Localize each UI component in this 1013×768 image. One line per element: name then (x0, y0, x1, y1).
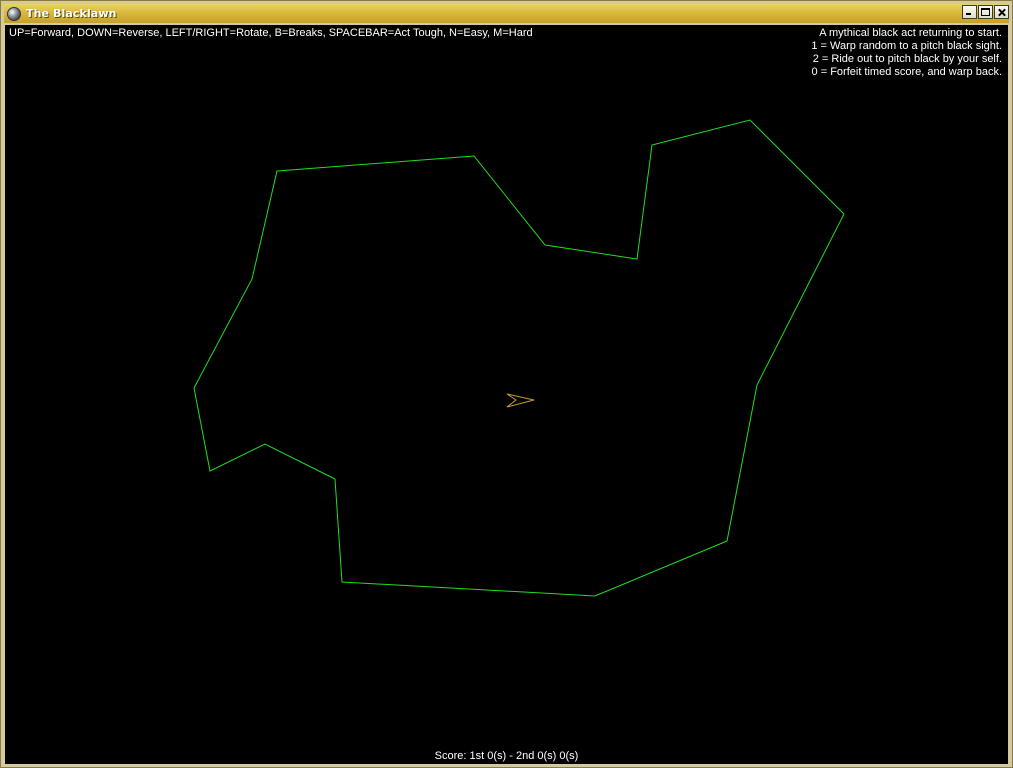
globe-icon[interactable] (7, 6, 21, 21)
game-window: The Blacklawn UP=Forward, DOWN=Reverse, … (0, 0, 1013, 768)
window-title: The Blacklawn (26, 7, 117, 20)
score-readout: Score: 1st 0(s) - 2nd 0(s) 0(s) (434, 750, 579, 762)
hint-line: 1 = Warp random to a pitch black sight. (811, 40, 1002, 52)
controls-help: UP=Forward, DOWN=Reverse, LEFT/RIGHT=Rot… (9, 27, 533, 39)
minimize-icon[interactable] (962, 5, 977, 19)
maximize-icon[interactable] (978, 5, 993, 19)
close-icon[interactable] (994, 5, 1009, 19)
player-ship (506, 393, 535, 408)
title-bar[interactable]: The Blacklawn (4, 4, 1009, 23)
hint-line: 0 = Forfeit timed score, and warp back. (811, 66, 1002, 78)
lawn-boundary (193, 119, 845, 597)
playfield (193, 119, 845, 597)
hotkey-hints: A mythical black act returning to start.… (811, 27, 1002, 79)
hint-line: A mythical black act returning to start. (819, 27, 1002, 39)
window-controls (962, 5, 1009, 19)
hint-line: 2 = Ride out to pitch black by your self… (812, 53, 1002, 65)
game-canvas[interactable]: UP=Forward, DOWN=Reverse, LEFT/RIGHT=Rot… (5, 25, 1008, 764)
